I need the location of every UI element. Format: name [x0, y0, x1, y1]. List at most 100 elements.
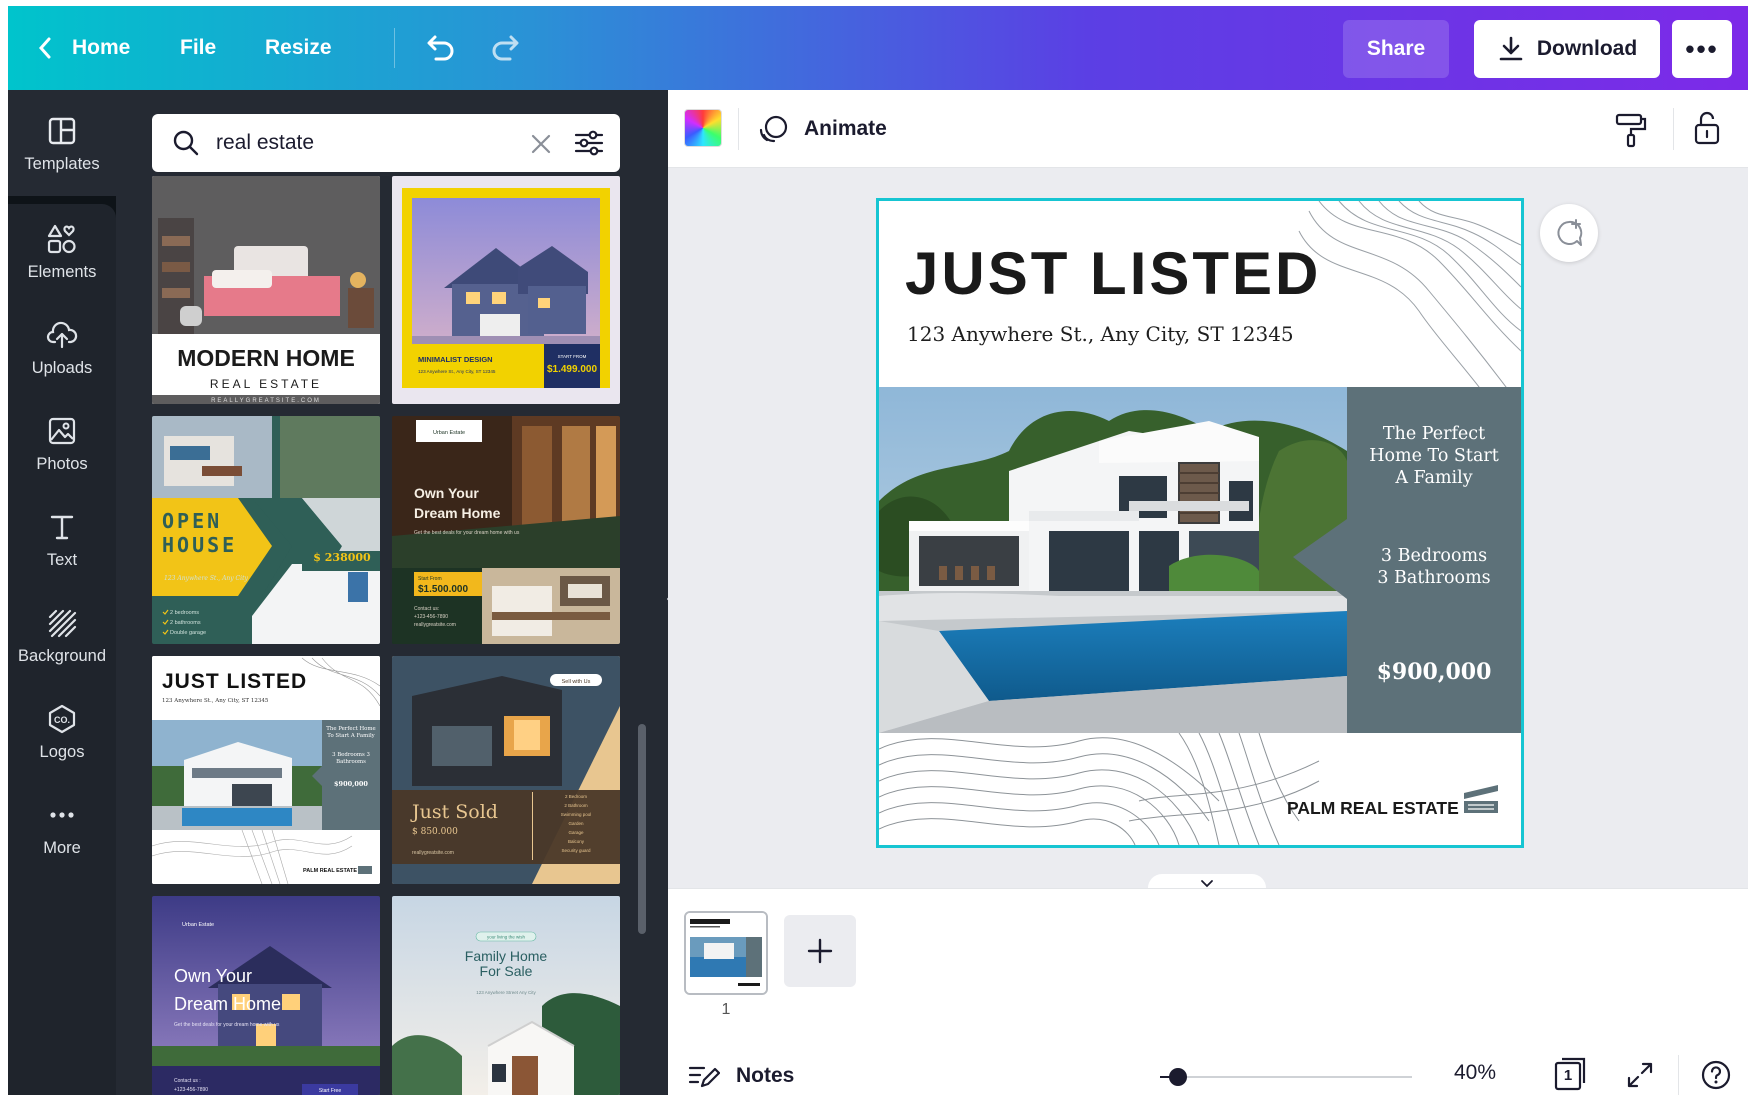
rail-item-logos[interactable]: CO. Logos [8, 684, 116, 780]
share-button[interactable]: Share [1343, 20, 1449, 78]
add-page-button[interactable] [784, 915, 856, 987]
template-minimalist-price: $1.499.000 [547, 364, 597, 375]
search-bar[interactable] [152, 114, 620, 172]
template-just-sold-site: reallygreatsite.com [412, 850, 454, 856]
template-just-listed[interactable]: JUST LISTED 123 Anywhere St., Any City, … [152, 656, 380, 884]
design-address[interactable]: 123 Anywhere St., Any City, ST 12345 [907, 322, 1294, 346]
brand-logo-icon[interactable] [1462, 783, 1500, 815]
dream-home-purple-thumbnail: Urban Estate Own Your Dream Home Get the… [152, 896, 380, 1095]
design-page[interactable]: JUST LISTED 123 Anywhere St., Any City, … [876, 198, 1524, 848]
just-listed-thumbnail: JUST LISTED 123 Anywhere St., Any City, … [152, 656, 380, 884]
template-just-listed-price: $900,000 [334, 780, 368, 789]
zoom-slider[interactable] [1160, 1068, 1412, 1086]
panel-scrollbar[interactable] [638, 724, 646, 934]
design-price[interactable]: $900,000 [1347, 659, 1521, 685]
page-thumbnail[interactable] [684, 911, 768, 995]
design-blurb-line-1: The Perfect [1382, 424, 1486, 444]
undo-button[interactable] [422, 6, 456, 90]
template-dream-purple-line2: Dream Home [174, 994, 281, 1014]
design-rooms[interactable]: 3 Bedrooms 3 Bathrooms [1347, 545, 1521, 589]
template-just-sold-title: Just Sold [410, 801, 498, 823]
text-icon [50, 515, 74, 539]
rail-item-background[interactable]: Background [8, 588, 116, 684]
template-minimalist-address: 123 Anywhere St., Any City, ST 12345 [418, 369, 496, 374]
design-title[interactable]: JUST LISTED [905, 239, 1321, 308]
lock-icon[interactable] [1692, 110, 1722, 146]
template-just-sold-badge: Sell with Us [562, 679, 591, 685]
template-modern-home[interactable]: MODERN HOME REAL ESTATE REALLYGREATSITE.… [152, 176, 380, 404]
template-own-your-dream-home-dark[interactable]: Urban Estate Own Your Dream Home Get the… [392, 416, 620, 644]
paint-roller-icon[interactable] [1614, 112, 1648, 148]
template-dream-purple-line1: Own Your [174, 966, 252, 986]
template-open-house-feature-2: Double garage [170, 630, 206, 636]
template-family-address: 123 Anywhere Street Any City [476, 990, 536, 995]
template-minimalist-price-label: START FROM [558, 354, 587, 359]
template-just-sold-feature-5: Balcony [568, 839, 585, 844]
zoom-slider-handle[interactable] [1169, 1068, 1188, 1086]
rail-label-text: Text [46, 550, 78, 569]
logo-icon: CO. [48, 704, 76, 733]
fullscreen-icon[interactable] [1626, 1061, 1654, 1089]
template-family-home-for-sale[interactable]: your living the wish Family Home For Sal… [392, 896, 620, 1095]
contour-lines-top [1298, 201, 1521, 412]
rail-item-templates[interactable]: Templates [8, 96, 116, 192]
elements-icon [47, 224, 76, 253]
more-options-button[interactable]: ••• [1672, 20, 1732, 78]
svg-text:CO.: CO. [54, 715, 70, 725]
footer-divider [1678, 1055, 1679, 1095]
add-comment-button[interactable] [1540, 204, 1598, 262]
search-input[interactable] [216, 126, 516, 160]
rail-item-uploads[interactable]: Uploads [8, 300, 116, 396]
rail-label-logos: Logos [39, 742, 85, 761]
filter-icon[interactable] [574, 129, 604, 157]
design-blurb[interactable]: The Perfect Home To Start A Family [1347, 423, 1521, 489]
template-open-house[interactable]: OPEN HOUSE $ 238000 123 Anywhere St., An… [152, 416, 380, 644]
animate-icon [759, 115, 788, 143]
template-just-listed-rooms: 3 Bedrooms 3 Bathrooms [332, 752, 370, 766]
template-open-house-price: $ 238000 [313, 551, 371, 564]
template-family-line1: Family Home [465, 948, 548, 964]
template-dream-dark-line2: Dream Home [414, 505, 501, 521]
page-thumbnail-preview [686, 913, 766, 993]
page-count-button[interactable]: 1 [1554, 1057, 1586, 1091]
rail-item-more[interactable]: More [8, 780, 116, 876]
template-dream-purple-body: Get the best deals for your dream home w… [174, 1022, 280, 1028]
resize-button[interactable]: Resize [265, 6, 332, 90]
template-dream-dark-brand: Urban Estate [433, 430, 465, 436]
color-picker-button[interactable] [684, 109, 722, 147]
comment-plus-icon [1557, 219, 1583, 246]
template-minimalist-design[interactable]: MINIMALIST DESIGN 123 Anywhere St., Any … [392, 176, 620, 404]
notes-icon [688, 1066, 720, 1088]
design-rooms-line-2: 3 Bathrooms [1377, 568, 1491, 588]
template-dream-purple-contact-label: Contact us : [174, 1078, 201, 1084]
template-just-listed-address: 123 Anywhere St., Any City, ST 12345 [162, 698, 269, 704]
open-house-thumbnail: OPEN HOUSE $ 238000 123 Anywhere St., An… [152, 416, 380, 644]
redo-button[interactable] [490, 6, 524, 90]
toolbar-divider-right [1673, 108, 1674, 150]
template-just-sold[interactable]: Sell with Us Just Sold $ 850.000 reallyg… [392, 656, 620, 884]
rail-item-elements[interactable]: Elements [8, 204, 116, 300]
file-menu[interactable]: File [180, 6, 216, 90]
upload-cloud-icon [46, 321, 78, 348]
rail-item-photos[interactable]: Photos [8, 396, 116, 492]
just-sold-thumbnail: Sell with Us Just Sold $ 850.000 reallyg… [392, 656, 620, 884]
home-button[interactable]: Home [36, 6, 130, 90]
design-blurb-line-3: A Family [1395, 468, 1473, 488]
template-just-sold-feature-0: 2 Bedroom [565, 794, 587, 799]
template-modern-home-subtitle: REAL ESTATE [210, 377, 322, 391]
notes-button[interactable]: Notes [688, 1059, 794, 1093]
template-own-your-dream-home-purple[interactable]: Urban Estate Own Your Dream Home Get the… [152, 896, 380, 1095]
clear-search-icon[interactable] [530, 133, 552, 155]
download-button[interactable]: Download [1474, 20, 1660, 78]
animate-label: Animate [804, 117, 887, 140]
help-icon[interactable] [1700, 1059, 1732, 1091]
zoom-level[interactable]: 40% [1454, 1061, 1496, 1085]
pages-strip: 1 Notes 40% 1 [668, 888, 1748, 1095]
rail-item-text[interactable]: Text [8, 492, 116, 588]
template-dream-dark-phone: +123-456-7890 [414, 614, 448, 620]
template-just-listed-title: JUST LISTED [162, 670, 307, 693]
animate-button[interactable]: Animate [758, 106, 887, 152]
contour-lines-bottom [879, 732, 1320, 845]
template-modern-home-title: MODERN HOME [177, 345, 355, 371]
design-brand[interactable]: PALM REAL ESTATE [1287, 798, 1459, 819]
